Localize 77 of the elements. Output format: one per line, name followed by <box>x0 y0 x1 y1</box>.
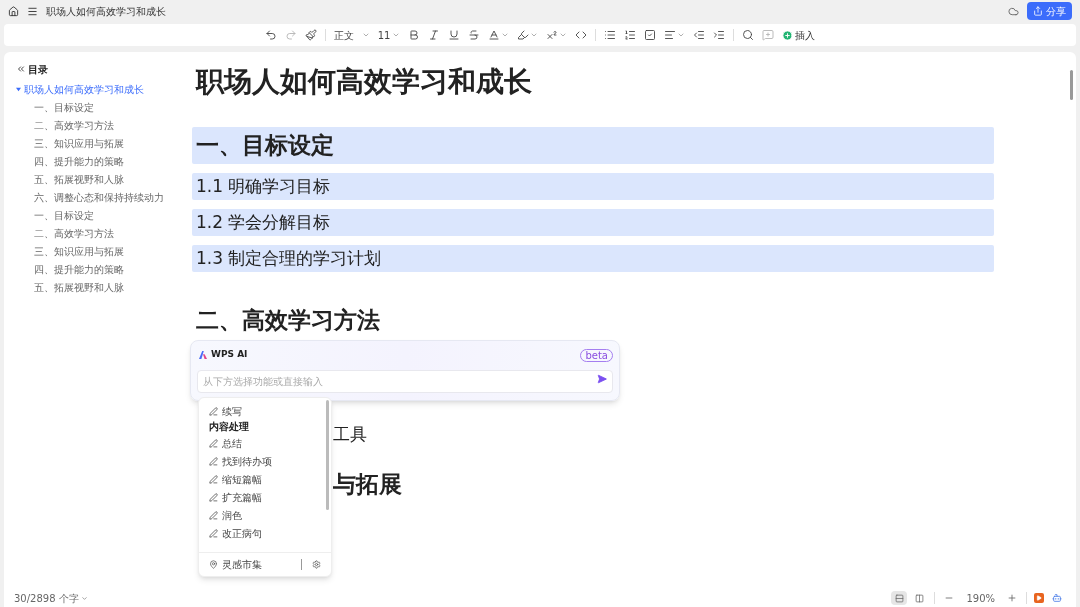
caret-icon <box>392 31 401 39</box>
caret-icon <box>501 31 510 39</box>
pin-icon <box>209 560 218 569</box>
plus-icon <box>782 29 794 41</box>
document-title: 职场人如何高效学习和成长 <box>194 64 533 100</box>
outline-header: 目录 <box>28 62 48 77</box>
caret-icon <box>530 31 539 39</box>
highlighter-icon <box>517 29 530 41</box>
superscript-icon <box>546 29 559 41</box>
outline-item[interactable]: 四、提升能力的策略 <box>34 260 124 278</box>
home-icon[interactable] <box>8 5 19 17</box>
play-triangle-icon <box>1036 595 1042 601</box>
outline-item[interactable]: 五、拓展视野和人脉 <box>34 278 124 296</box>
layout-mode-button[interactable] <box>891 591 908 605</box>
menu-icon[interactable] <box>27 5 38 17</box>
outline-item[interactable]: 一、目标设定 <box>34 98 94 116</box>
panel-title: WPS AI <box>211 348 248 362</box>
pen-icon <box>209 474 218 484</box>
pen-icon <box>209 510 218 520</box>
heading: 二、高效学习方法 <box>195 306 381 336</box>
outline-item[interactable]: 二、高效学习方法 <box>34 224 114 242</box>
menu-item[interactable]: 改正病句 <box>209 524 262 542</box>
logo-icon <box>199 351 207 359</box>
outline-item[interactable]: 四、提升能力的策略 <box>34 152 124 170</box>
subheading: 1.3 制定合理的学习计划 <box>192 245 994 272</box>
pen-icon <box>209 438 218 448</box>
caret-icon <box>559 31 568 39</box>
heading: 与拓展 <box>333 470 402 500</box>
collapse-icon[interactable] <box>16 64 26 74</box>
menu-item[interactable]: 续写 <box>209 402 242 420</box>
play-icon[interactable] <box>1034 593 1044 603</box>
rows-icon <box>894 593 904 603</box>
outline-item[interactable]: 二、高效学习方法 <box>34 116 114 134</box>
outline-item[interactable]: 三、知识应用与拓展 <box>34 242 124 260</box>
assistant-icon[interactable] <box>1052 593 1062 603</box>
outline-root-item[interactable]: 职场人如何高效学习和成长 <box>24 81 144 97</box>
pen-icon <box>209 456 218 466</box>
pen-icon <box>209 492 218 502</box>
font-color-icon <box>488 29 501 41</box>
share-button[interactable]: 分享 <box>1027 2 1072 20</box>
menu-item[interactable]: 找到待办项 <box>209 452 272 470</box>
subheading: 1.1 明确学习目标 <box>192 173 994 200</box>
paragraph-style-dropdown[interactable]: 正文 <box>330 27 373 43</box>
share-icon <box>1033 6 1043 16</box>
caret-icon <box>677 31 686 39</box>
caret-icon <box>80 594 88 602</box>
cloud-icon[interactable] <box>1008 5 1019 17</box>
outline-item[interactable]: 六、调整心态和保持持续动力 <box>34 188 164 206</box>
align-icon <box>664 29 677 41</box>
insert-button[interactable]: 插入 <box>779 27 819 43</box>
expand-triangle-icon[interactable] <box>16 86 21 92</box>
inspiration-market-link[interactable]: 灵感市集 <box>222 557 297 572</box>
settings-icon[interactable] <box>312 560 321 569</box>
menu-item[interactable]: 扩充篇幅 <box>209 488 262 506</box>
subheading: 1.2 学会分解目标 <box>192 209 994 236</box>
document-tab-title: 职场人如何高效学习和成长 <box>46 4 166 19</box>
scrollbar-thumb[interactable] <box>326 400 329 510</box>
word-count[interactable]: 30/2898 个字 <box>14 590 88 606</box>
menu-item[interactable]: 缩短篇幅 <box>209 470 262 488</box>
outline-item[interactable]: 三、知识应用与拓展 <box>34 134 124 152</box>
heading: 一、目标设定 <box>192 127 994 164</box>
pen-icon <box>209 528 218 538</box>
menu-item[interactable]: 总结 <box>209 434 242 452</box>
outline-item[interactable]: 五、拓展视野和人脉 <box>34 170 124 188</box>
subheading: 工具 <box>333 422 367 446</box>
columns-icon <box>914 593 924 603</box>
scrollbar-thumb[interactable] <box>1070 70 1073 100</box>
pen-icon <box>209 406 218 416</box>
menu-item[interactable]: 润色 <box>209 506 242 524</box>
zoom-in-icon[interactable] <box>1007 593 1017 603</box>
outline-item[interactable]: 一、目标设定 <box>34 206 94 224</box>
menu-section-label: 内容处理 <box>209 420 249 434</box>
send-icon[interactable] <box>597 374 607 384</box>
font-size-dropdown[interactable]: 11 <box>374 27 404 43</box>
zoom-level: 190% <box>966 591 995 606</box>
caret-icon <box>361 31 370 39</box>
ai-input-field[interactable]: 从下方选择功能或直接输入 <box>197 370 613 393</box>
